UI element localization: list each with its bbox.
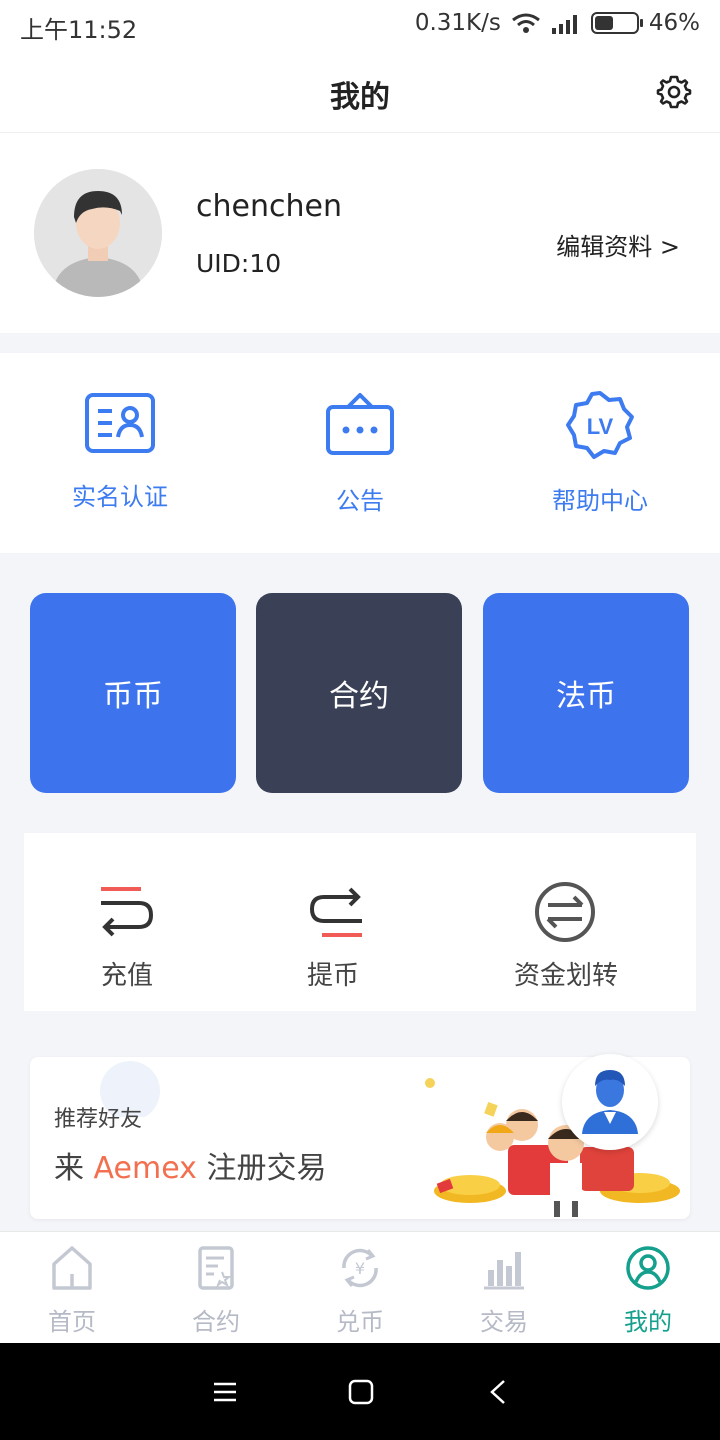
menu-icon[interactable] xyxy=(212,1381,238,1403)
username: chenchen xyxy=(196,189,342,224)
tab-label: 兑币 xyxy=(336,1308,384,1336)
help-badge-text: LV xyxy=(587,414,614,439)
bottom-tab-bar: 首页 合约 ¥ 兑币 交易 我的 xyxy=(0,1231,720,1344)
profile-card: chenchen UID:10 编辑资料 > xyxy=(0,133,720,333)
tab-label: 首页 xyxy=(48,1308,96,1336)
tab-trade[interactable]: 交易 xyxy=(432,1232,576,1344)
deposit-icon xyxy=(101,887,154,937)
page-title: 我的 xyxy=(330,80,390,115)
deposit-button[interactable]: 充值 xyxy=(24,833,230,1011)
withdraw-label: 提币 xyxy=(306,961,359,991)
announcement-icon xyxy=(326,393,394,455)
quick-link-help-center[interactable]: LV 帮助中心 xyxy=(480,353,720,553)
user-uid: UID:10 xyxy=(196,249,282,278)
deposit-label: 充值 xyxy=(100,961,153,991)
tab-label: 我的 xyxy=(624,1308,672,1336)
battery-percent: 46% xyxy=(648,10,700,36)
wifi-icon xyxy=(511,13,540,33)
back-icon[interactable] xyxy=(488,1379,508,1405)
banner-suffix: 注册交易 xyxy=(206,1151,327,1186)
tab-contract[interactable]: 合约 xyxy=(144,1232,288,1344)
transfer-icon xyxy=(535,882,595,942)
status-right: 0.31K/s 46% xyxy=(415,10,700,36)
withdraw-icon xyxy=(309,887,362,937)
battery-icon xyxy=(590,12,643,34)
tab-home[interactable]: 首页 xyxy=(0,1232,144,1344)
banner-title: 来 Aemex 注册交易 xyxy=(54,1143,326,1187)
edit-profile-link[interactable]: 编辑资料 > xyxy=(556,227,680,262)
quick-link-label: 公告 xyxy=(336,487,384,515)
signal-icon xyxy=(551,15,577,34)
banner-subtitle: 推荐好友 xyxy=(54,1107,143,1132)
tab-profile[interactable]: 我的 xyxy=(576,1232,720,1344)
tab-exchange[interactable]: ¥ 兑币 xyxy=(288,1232,432,1344)
contract-account-button[interactable]: 合约 xyxy=(256,593,462,793)
contract-icon xyxy=(198,1246,234,1290)
system-nav-bar xyxy=(0,1343,720,1440)
status-bar: 上午11:52 0.31K/s 46% xyxy=(0,0,720,52)
spot-account-button[interactable]: 币币 xyxy=(30,593,236,793)
transfer-label: 资金划转 xyxy=(513,961,618,991)
tab-label: 合约 xyxy=(192,1308,240,1336)
quick-link-verification[interactable]: 实名认证 xyxy=(0,353,240,553)
fund-actions: 充值 提币 资金划转 xyxy=(24,833,696,1011)
home-nav-icon[interactable] xyxy=(348,1379,374,1405)
tab-label: 交易 xyxy=(480,1308,528,1336)
quick-link-announcement[interactable]: 公告 xyxy=(240,353,480,553)
page-header: 我的 xyxy=(0,52,720,133)
banner-prefix: 来 xyxy=(54,1151,84,1186)
fiat-account-button[interactable]: 法币 xyxy=(483,593,689,793)
transfer-button[interactable]: 资金划转 xyxy=(436,833,696,1011)
id-card-icon xyxy=(85,393,155,453)
banner-brand: Aemex xyxy=(93,1151,197,1186)
avatar-image xyxy=(34,169,162,297)
quick-links: 实名认证 公告 LV 帮助中心 xyxy=(0,353,720,553)
gear-icon[interactable] xyxy=(656,74,692,110)
withdraw-button[interactable]: 提币 xyxy=(230,833,436,1011)
help-badge-icon: LV xyxy=(566,391,634,459)
user-icon xyxy=(626,1246,670,1290)
avatar[interactable] xyxy=(34,169,162,297)
quick-link-label: 帮助中心 xyxy=(552,487,648,515)
exchange-icon: ¥ xyxy=(342,1248,378,1288)
svg-text:¥: ¥ xyxy=(355,1259,365,1278)
customer-service-button[interactable] xyxy=(562,1054,658,1150)
status-time: 上午11:52 xyxy=(20,16,138,44)
quick-link-label: 实名认证 xyxy=(72,483,168,511)
chart-icon xyxy=(484,1252,524,1290)
network-speed: 0.31K/s xyxy=(414,10,501,36)
customer-service-icon xyxy=(566,1058,654,1146)
home-icon xyxy=(52,1246,92,1290)
